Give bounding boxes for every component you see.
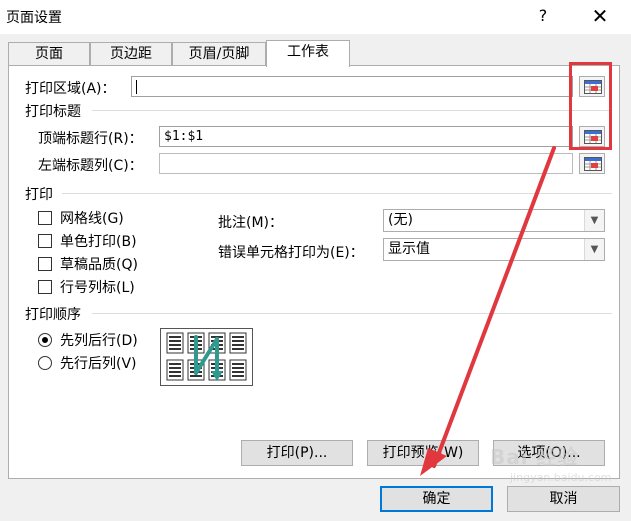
chevron-down-icon: ▼ — [584, 239, 604, 260]
print-titles-section-label: 打印标题 — [25, 104, 81, 120]
top-rows-value: $1:$1 — [164, 129, 204, 144]
black-and-white-checkbox[interactable] — [38, 234, 52, 248]
comments-select[interactable]: (无) ▼ — [383, 209, 605, 232]
cancel-button[interactable]: 取消 — [507, 486, 620, 512]
tab-strip: 页面 页边距 页眉/页脚 工作表 — [8, 40, 620, 67]
page-order-preview — [160, 328, 253, 386]
top-rows-input[interactable]: $1:$1 — [159, 126, 573, 147]
comments-label: 批注(M)： — [218, 215, 284, 231]
black-and-white-label[interactable]: 单色打印(B) — [60, 231, 137, 251]
down-then-over-radio[interactable] — [38, 333, 52, 347]
over-then-down-label[interactable]: 先行后列(V) — [60, 353, 137, 373]
print-divider — [62, 193, 612, 194]
close-button[interactable]: ✕ — [585, 2, 615, 30]
page-order-divider — [92, 313, 612, 314]
gridlines-label[interactable]: 网格线(G) — [60, 208, 124, 228]
tab-margins[interactable]: 页边距 — [90, 42, 172, 66]
ok-button[interactable]: 确定 — [380, 486, 493, 512]
gridlines-checkbox[interactable] — [38, 211, 52, 225]
tab-sheet[interactable]: 工作表 — [266, 40, 350, 67]
print-area-input[interactable] — [131, 76, 573, 97]
left-cols-input[interactable] — [159, 153, 573, 174]
page-setup-dialog: 页面设置 ? ✕ 页面 页边距 页眉/页脚 工作表 打印区域(A)： 打印标题 … — [0, 0, 631, 521]
top-rows-label: 顶端标题行(R)： — [38, 131, 143, 147]
down-then-over-label[interactable]: 先列后行(D) — [60, 330, 138, 350]
left-cols-collapse-button[interactable] — [579, 153, 605, 174]
print-area-label: 打印区域(A)： — [25, 81, 116, 97]
cell-errors-label: 错误单元格打印为(E)： — [218, 245, 364, 261]
over-then-down-radio[interactable] — [38, 356, 52, 370]
left-cols-label: 左端标题列(C)： — [38, 158, 143, 174]
cell-errors-select[interactable]: 显示值 ▼ — [383, 238, 605, 261]
draft-quality-label[interactable]: 草稿品质(Q) — [60, 254, 138, 274]
row-col-headings-checkbox[interactable] — [38, 280, 52, 294]
comments-value: (无) — [388, 212, 413, 228]
print-section-label: 打印 — [25, 187, 53, 203]
page-order-diagram-icon — [166, 332, 247, 381]
tab-page[interactable]: 页面 — [8, 42, 90, 66]
annotation-highlight-box — [569, 62, 612, 150]
help-button[interactable]: ? — [529, 2, 557, 30]
range-selector-icon — [584, 157, 602, 171]
page-order-section-label: 打印顺序 — [25, 307, 81, 323]
text-cursor — [136, 79, 137, 94]
print-titles-divider — [92, 110, 612, 111]
chevron-down-icon: ▼ — [584, 210, 604, 231]
tab-header-footer[interactable]: 页眉/页脚 — [172, 42, 266, 66]
dialog-title: 页面设置 — [6, 10, 62, 26]
options-button[interactable]: 选项(O)... — [493, 440, 605, 466]
print-preview-button[interactable]: 打印预览(W) — [367, 440, 479, 466]
title-bar: 页面设置 ? ✕ — [0, 0, 631, 34]
print-button[interactable]: 打印(P)... — [241, 440, 353, 466]
cell-errors-value: 显示值 — [388, 241, 430, 257]
row-col-headings-label[interactable]: 行号列标(L) — [60, 277, 135, 297]
draft-quality-checkbox[interactable] — [38, 257, 52, 271]
